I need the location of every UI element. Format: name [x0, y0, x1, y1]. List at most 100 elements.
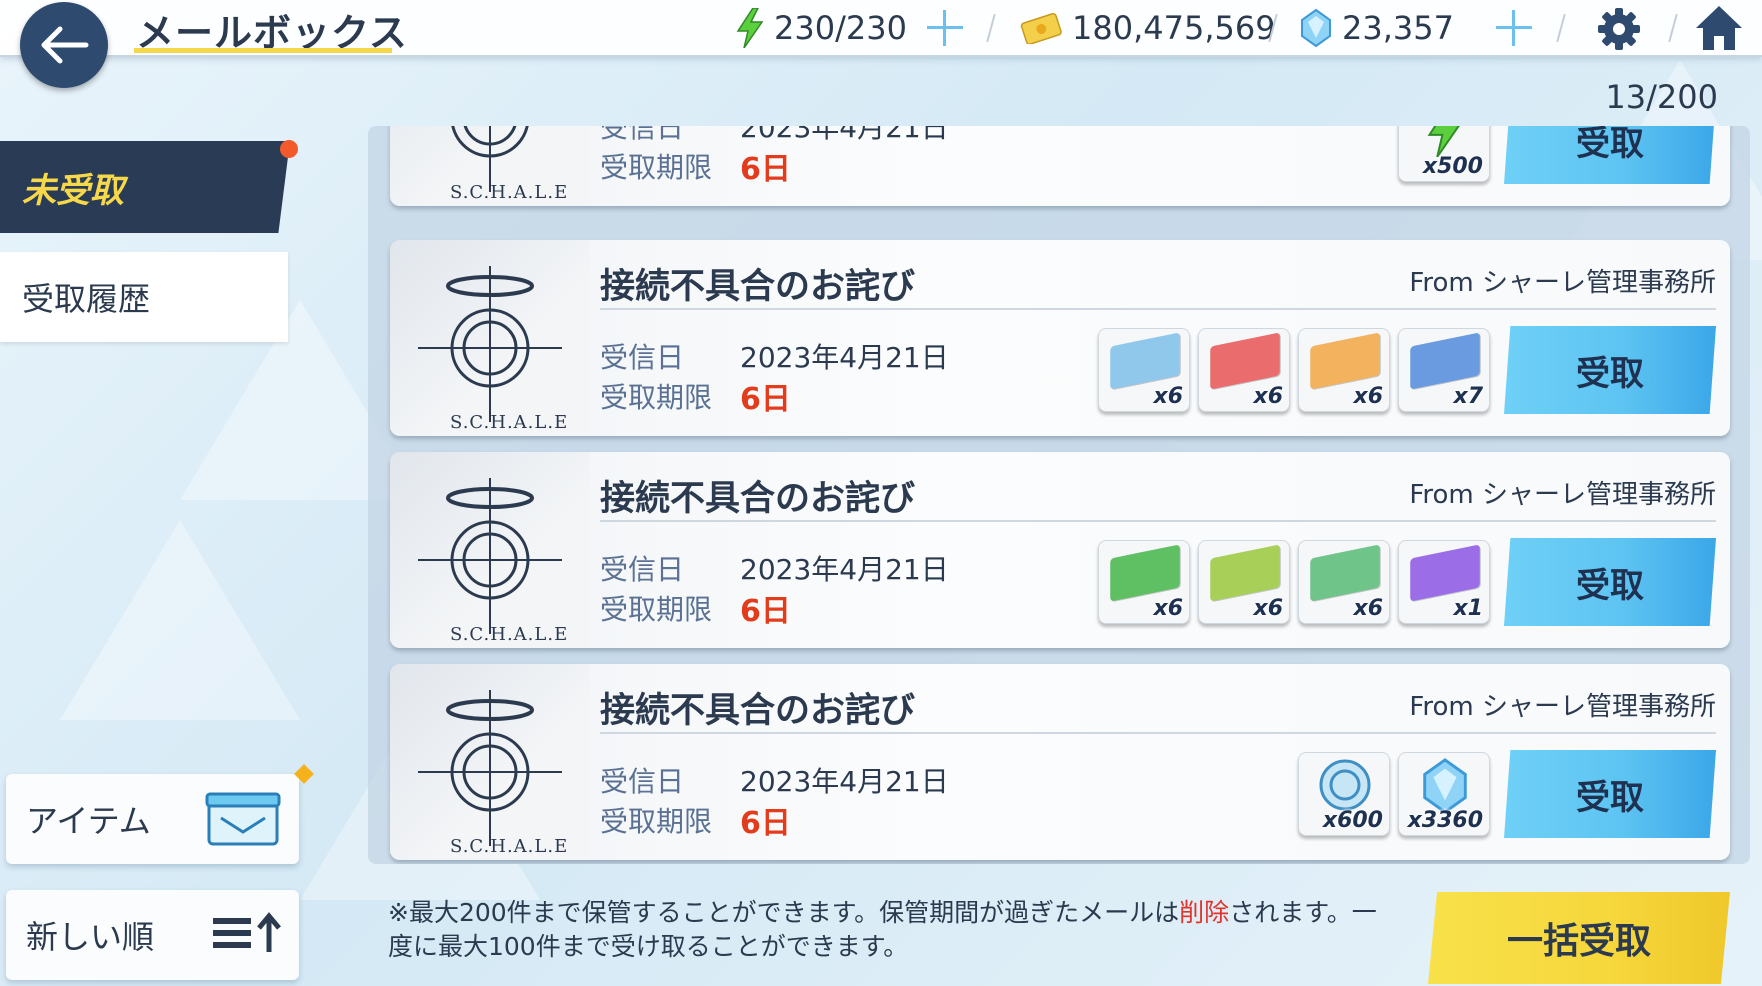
reward-item[interactable]: x6	[1098, 540, 1190, 624]
pyroxene-counter: 23,357	[1300, 6, 1454, 50]
reward-item[interactable]: x500	[1398, 126, 1490, 182]
received-date: 2023年4月21日	[740, 553, 949, 586]
deadline-value: 6日	[740, 594, 791, 629]
reward-qty: x6	[1253, 596, 1284, 621]
item-box-icon	[205, 788, 281, 856]
blue-ticket-icon	[1110, 332, 1180, 390]
schedule-ticket-icon	[1410, 332, 1480, 390]
tab-unclaimed[interactable]: 未受取	[0, 141, 290, 233]
reward-qty: x6	[1253, 384, 1284, 409]
storage-note: ※最大200件まで保管することができます。保管期間が過ぎたメールは削除されます。…	[388, 896, 1388, 964]
schale-emblem-icon: S.C.H.A.L.E	[390, 664, 590, 860]
claim-label: 受取	[1576, 565, 1644, 606]
mail-subject: 接続不具合のお詫び	[600, 267, 916, 307]
mail-subject: 接続不具合のお詫び	[600, 479, 916, 519]
back-button[interactable]	[20, 2, 108, 88]
deadline-label: 受取期限	[600, 593, 713, 626]
received-date: 2023年4月21日	[740, 126, 949, 144]
reward-item[interactable]: x6	[1298, 328, 1390, 412]
tab-history[interactable]: 受取履歴	[0, 252, 288, 342]
divider	[986, 14, 996, 42]
received-label: 受信日	[600, 553, 685, 586]
note-text-a: ※最大200件まで保管することができます。保管期間が過ぎたメールは	[388, 898, 1180, 927]
reward-item[interactable]: x7	[1398, 328, 1490, 412]
schale-label: S.C.H.A.L.E	[450, 412, 569, 433]
mail-sender: From シャーレ管理事務所	[1409, 268, 1716, 298]
reward-qty: x1	[1453, 596, 1484, 621]
claim-all-button[interactable]: 一括受取	[1428, 892, 1730, 984]
items-label: アイテム	[26, 802, 151, 840]
claim-label: 受取	[1576, 126, 1644, 164]
claim-label: 受取	[1576, 777, 1644, 818]
claim-button[interactable]: 受取	[1504, 538, 1716, 626]
reward-item[interactable]: x6	[1198, 540, 1290, 624]
pyroxene-icon	[1300, 8, 1332, 48]
reward-item[interactable]: x6	[1298, 540, 1390, 624]
deadline-value: 6日	[740, 382, 791, 417]
purple-ticket-icon	[1410, 544, 1480, 602]
divider	[600, 732, 1716, 734]
orange-ticket-icon	[1310, 332, 1380, 390]
reward-qty: x6	[1153, 596, 1184, 621]
reward-item[interactable]: x6	[1098, 328, 1190, 412]
schale-label: S.C.H.A.L.E	[450, 182, 569, 203]
mail-item: S.C.H.A.L.E 接続不具合のお詫び From シャーレ管理事務所 受信日…	[390, 452, 1730, 648]
claim-all-label: 一括受取	[1506, 921, 1651, 962]
schale-emblem-icon: S.C.H.A.L.E	[390, 452, 590, 648]
schale-label: S.C.H.A.L.E	[450, 836, 569, 857]
green-ticket-icon	[1110, 544, 1180, 602]
deadline-value: 6日	[740, 806, 791, 841]
divider	[600, 308, 1716, 310]
mail-subject: 接続不具合のお詫び	[600, 691, 916, 731]
add-pyroxene-button[interactable]	[1494, 8, 1534, 48]
sort-button[interactable]: 新しい順	[6, 890, 299, 980]
schale-label: S.C.H.A.L.E	[450, 624, 569, 645]
deadline-label: 受取期限	[600, 805, 713, 838]
add-ap-button[interactable]	[925, 8, 965, 48]
mail-list[interactable]: S.C.H.A.L.E 受信日 2023年4月21日 受取期限 6日 x500 …	[368, 126, 1750, 864]
reward-item[interactable]: x6	[1198, 328, 1290, 412]
reward-item[interactable]: x600	[1298, 752, 1390, 836]
teal-ticket-icon	[1310, 544, 1380, 602]
deadline-value: 6日	[740, 152, 791, 187]
claim-button[interactable]: 受取	[1504, 326, 1716, 414]
received-label: 受信日	[600, 341, 685, 374]
reward-qty: x3360	[1407, 808, 1483, 833]
schale-emblem-icon: S.C.H.A.L.E	[390, 126, 590, 206]
pyroxene-value: 23,357	[1342, 9, 1454, 47]
reward-qty: x600	[1322, 808, 1383, 833]
mail-count: 13/200	[1605, 78, 1718, 116]
divider	[1556, 14, 1566, 42]
schale-emblem-icon: S.C.H.A.L.E	[390, 240, 590, 436]
mail-sender: From シャーレ管理事務所	[1409, 692, 1716, 722]
deadline-label: 受取期限	[600, 381, 713, 414]
ap-value: 230/230	[774, 9, 907, 47]
reward-qty: x6	[1353, 384, 1384, 409]
note-warning: 削除	[1179, 898, 1230, 927]
mail-sender: From シャーレ管理事務所	[1409, 480, 1716, 510]
yellowgreen-ticket-icon	[1210, 544, 1280, 602]
arrow-left-icon	[41, 26, 89, 64]
mail-item: S.C.H.A.L.E 受信日 2023年4月21日 受取期限 6日 x500 …	[390, 126, 1730, 206]
credit-card-icon	[1020, 12, 1062, 44]
items-button[interactable]: アイテム	[6, 774, 299, 864]
home-icon[interactable]	[1694, 4, 1744, 52]
ap-counter: 230/230	[736, 6, 907, 50]
reward-item[interactable]: x3360	[1398, 752, 1490, 836]
mail-item: S.C.H.A.L.E 接続不具合のお詫び From シャーレ管理事務所 受信日…	[390, 240, 1730, 436]
settings-gear-icon[interactable]	[1596, 6, 1642, 52]
ap-bolt-icon	[736, 8, 764, 48]
tab-history-label: 受取履歴	[22, 280, 151, 318]
credit-counter: 180,475,569	[1020, 6, 1276, 50]
claim-button[interactable]: 受取	[1504, 126, 1716, 184]
received-date: 2023年4月21日	[740, 765, 949, 798]
divider	[600, 520, 1716, 522]
deadline-label: 受取期限	[600, 151, 713, 184]
claim-button[interactable]: 受取	[1504, 750, 1716, 838]
reward-qty: x6	[1353, 596, 1384, 621]
reward-item[interactable]: x1	[1398, 540, 1490, 624]
credit-value: 180,475,569	[1072, 9, 1276, 47]
tab-unclaimed-label: 未受取	[22, 170, 124, 211]
received-label: 受信日	[600, 765, 685, 798]
notification-dot	[280, 140, 298, 158]
